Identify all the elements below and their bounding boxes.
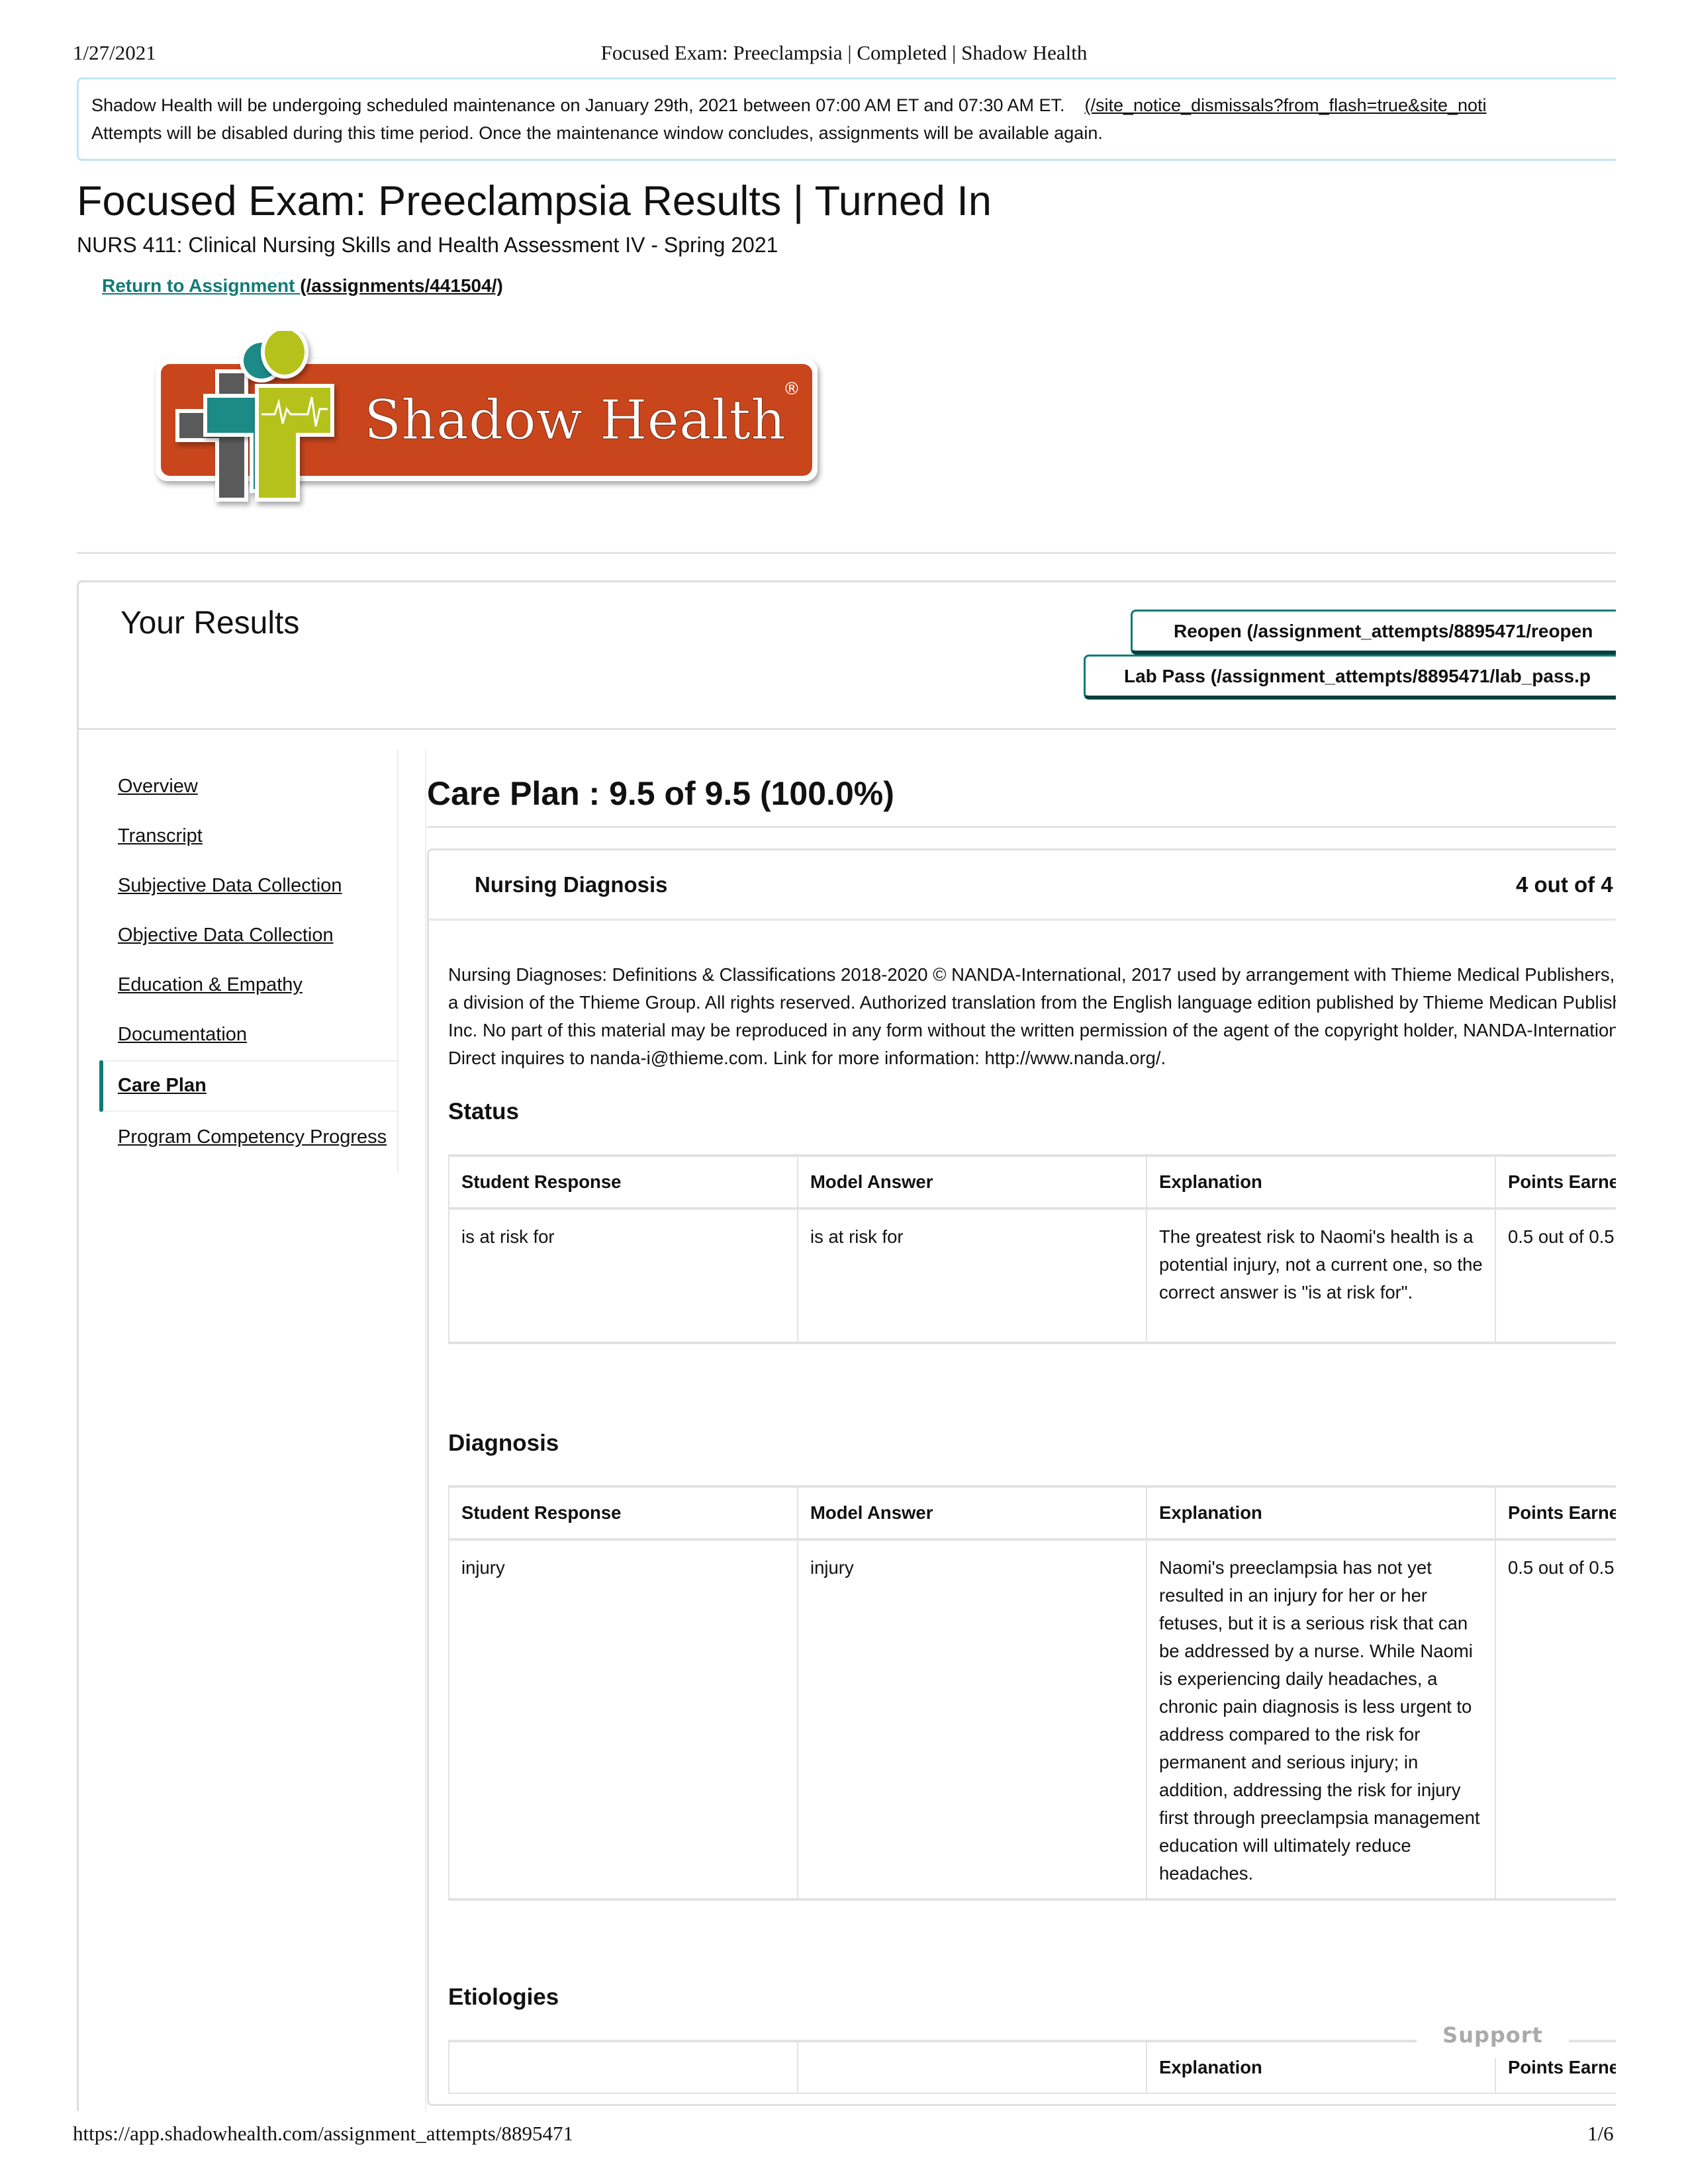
sidebar-item-transcript[interactable]: Transcript [118, 825, 203, 847]
sidebar-item-subjective-data-collection[interactable]: Subjective Data Collection [118, 875, 342, 897]
points-earned: 0.5 out of 0.5 [1495, 1208, 1616, 1343]
care-plan-heading: Care Plan : 9.5 of 9.5 (100.0%) [427, 775, 894, 812]
print-url: https://app.shadowhealth.com/assignment_… [73, 2122, 573, 2145]
logo-wordmark: Shadow Health [364, 389, 786, 452]
section-title-diagnosis: Diagnosis [448, 1430, 559, 1456]
section-title-status: Status [448, 1099, 519, 1124]
logo-registered-mark: ® [783, 379, 800, 399]
section-title-etiologies: Etiologies [448, 1984, 559, 2010]
sidebar-item-overview[interactable]: Overview [118, 776, 198, 797]
main-border [425, 749, 426, 2111]
explanation: The greatest risk to Naomi's health is a… [1146, 1208, 1496, 1343]
course-subtitle: NURS 411: Clinical Nursing Skills and He… [77, 233, 778, 257]
results-sidebar: Overview Transcript Subjective Data Coll… [99, 749, 399, 1173]
col-points-earned: Points Earned [1495, 1155, 1616, 1209]
table-header-row: Student Response Model Answer Explanatio… [448, 1486, 1616, 1540]
student-response: injury [448, 1539, 798, 1900]
card-divider [79, 728, 1616, 730]
notice-dismiss-link[interactable]: (/site_notice_dismissals?from_flash=true… [1085, 95, 1487, 115]
col-explanation: Explanation [1146, 1486, 1496, 1540]
notice-line-1: Shadow Health will be undergoing schedul… [91, 95, 1487, 116]
nursing-diagnosis-title: Nursing Diagnosis [475, 872, 668, 897]
sidebar-item-program-competency-progress[interactable]: Program Competency Progress [118, 1126, 387, 1148]
return-to-assignment-link[interactable]: Return to Assignment [102, 275, 300, 296]
page-title: Focused Exam: Preeclampsia Results | Tur… [77, 178, 992, 224]
model-answer: is at risk for [797, 1208, 1147, 1343]
sidebar-active-indicator [99, 1060, 103, 1112]
status-table: Student Response Model Answer Explanatio… [448, 1154, 1616, 1344]
table-row: is at risk for is at risk for The greate… [448, 1208, 1616, 1343]
col-points-earned: Points Earned [1495, 1486, 1616, 1540]
sidebar-border [397, 749, 399, 1173]
maintenance-notice [77, 77, 1616, 161]
sidebar-item-care-plan[interactable]: Care Plan [118, 1075, 207, 1097]
sidebar-item-objective-data-collection[interactable]: Objective Data Collection [118, 925, 334, 946]
reopen-button[interactable]: Reopen (/assignment_attempts/8895471/reo… [1131, 610, 1616, 655]
nanda-copyright-notice: Nursing Diagnoses: Definitions & Classif… [448, 964, 1616, 1068]
nursing-diagnosis-score: 4 out of 4 [1516, 872, 1613, 897]
return-to-assignment: Return to Assignment (/assignments/44150… [102, 275, 503, 296]
shadow-health-logo: Shadow Health ® [156, 331, 818, 502]
points-earned: 0.5 out of 0.5 [1495, 1539, 1616, 1900]
nursing-diagnosis-header-rule [429, 919, 1616, 921]
return-path[interactable]: (/assignments/441504/) [300, 275, 503, 296]
notice-line-2: Attempts will be disabled during this ti… [91, 123, 1103, 143]
col-student-response [448, 2040, 798, 2094]
print-page-number: 1/6 [1587, 2122, 1614, 2145]
col-student-response: Student Response [448, 1486, 798, 1540]
notice-text: Shadow Health will be undergoing schedul… [91, 95, 1065, 115]
results-heading: Your Results [120, 606, 300, 641]
heading-rule [427, 826, 1616, 828]
student-response: is at risk for [448, 1208, 798, 1343]
col-model-answer [797, 2040, 1147, 2094]
explanation: Naomi's preeclampsia has not yet resulte… [1146, 1539, 1496, 1900]
table-row: injury injury Naomi's preeclampsia has n… [448, 1539, 1616, 1900]
col-student-response: Student Response [448, 1155, 798, 1209]
col-model-answer: Model Answer [797, 1155, 1147, 1209]
header-divider [77, 552, 1616, 554]
lab-pass-button[interactable]: Lab Pass (/assignment_attempts/8895471/l… [1084, 655, 1616, 700]
table-header-row: Student Response Model Answer Explanatio… [448, 1155, 1616, 1209]
sidebar-item-education-empathy[interactable]: Education & Empathy [118, 974, 303, 996]
model-answer: injury [797, 1539, 1147, 1900]
page-content: Shadow Health will be undergoing schedul… [0, 0, 1616, 2111]
col-explanation: Explanation [1146, 1155, 1496, 1209]
diagnosis-table: Student Response Model Answer Explanatio… [448, 1485, 1616, 1901]
support-button[interactable]: Support [1417, 2012, 1569, 2058]
col-model-answer: Model Answer [797, 1486, 1147, 1540]
sidebar-item-documentation[interactable]: Documentation [118, 1024, 247, 1046]
